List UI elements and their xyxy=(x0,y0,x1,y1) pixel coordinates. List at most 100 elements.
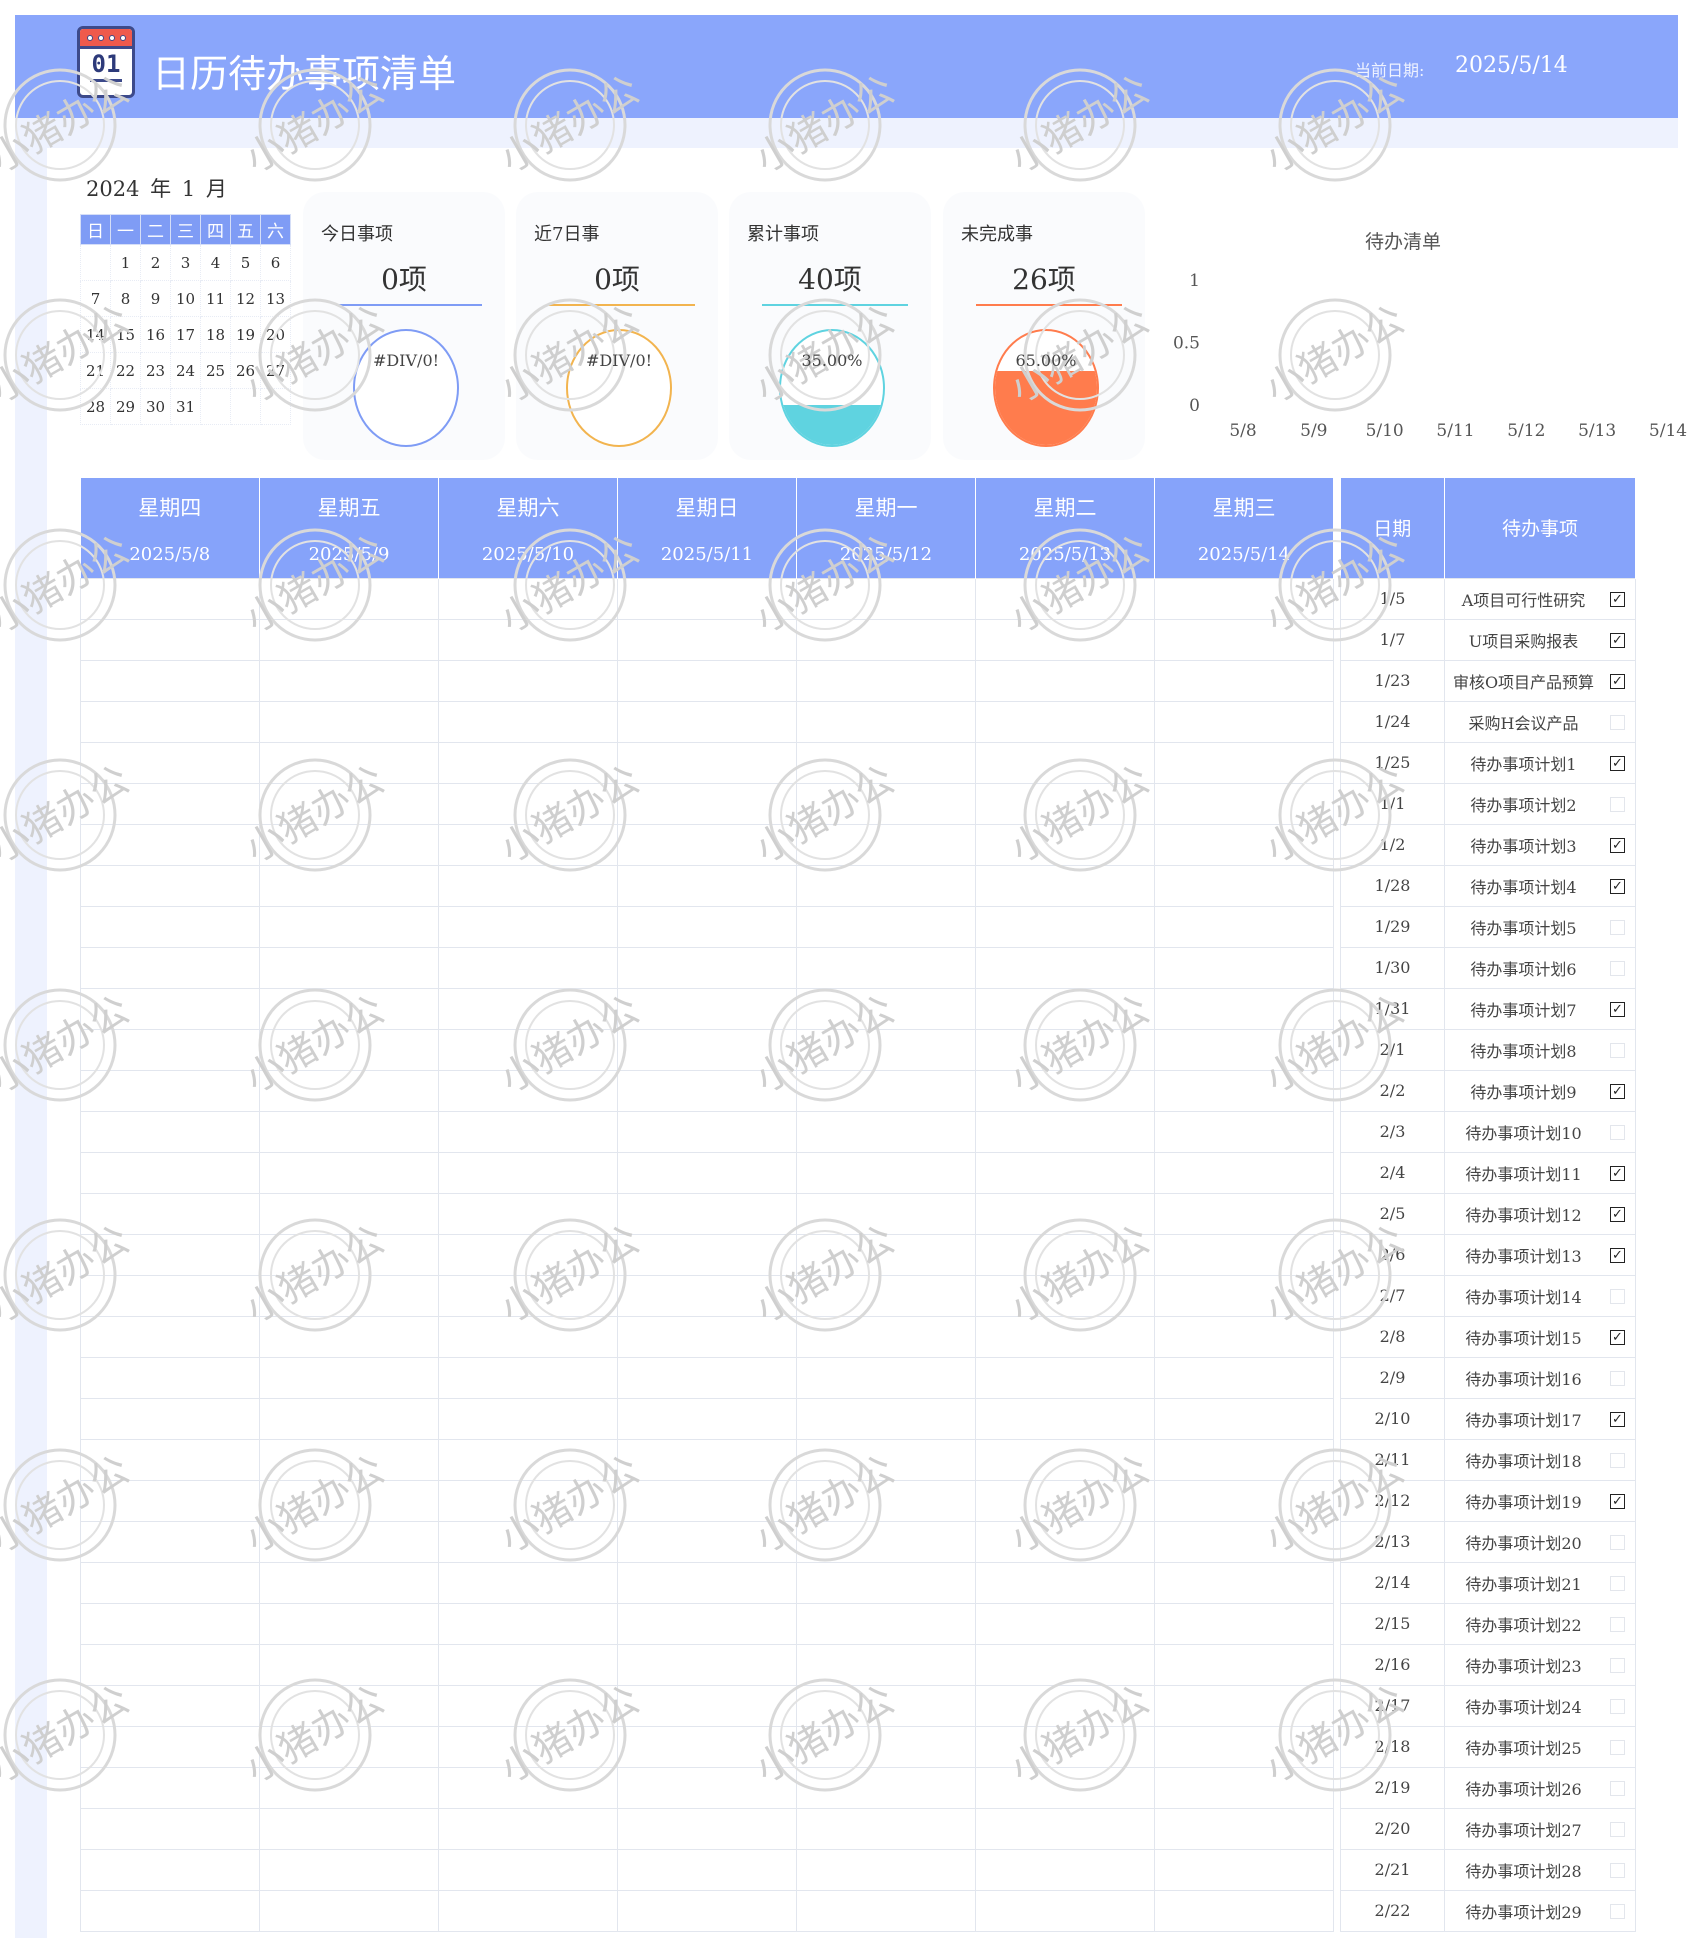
week-cell[interactable] xyxy=(796,1315,976,1358)
week-cell[interactable] xyxy=(80,946,260,989)
week-cell[interactable] xyxy=(617,1028,797,1071)
week-cell[interactable] xyxy=(796,1069,976,1112)
week-cell[interactable] xyxy=(975,1807,1155,1850)
todo-item-text[interactable]: 待办事项计划22 xyxy=(1451,1612,1596,1636)
week-cell[interactable] xyxy=(796,905,976,948)
week-cell[interactable] xyxy=(259,1684,439,1727)
week-cell[interactable] xyxy=(438,1110,618,1153)
week-cell[interactable] xyxy=(975,1397,1155,1440)
week-cell[interactable] xyxy=(259,659,439,702)
week-cell[interactable] xyxy=(1154,659,1334,702)
week-cell[interactable] xyxy=(80,1561,260,1604)
week-cell[interactable] xyxy=(975,659,1155,702)
todo-date[interactable]: 2/10 xyxy=(1340,1397,1445,1440)
week-cell[interactable] xyxy=(80,1356,260,1399)
week-cell[interactable] xyxy=(1154,1725,1334,1768)
todo-date[interactable]: 2/6 xyxy=(1340,1233,1445,1276)
week-cell[interactable] xyxy=(975,905,1155,948)
todo-item-text[interactable]: 待办事项计划24 xyxy=(1451,1694,1596,1718)
week-cell[interactable] xyxy=(975,864,1155,907)
week-cell[interactable] xyxy=(259,577,439,620)
todo-checkbox[interactable] xyxy=(1610,1124,1625,1140)
todo-item-text[interactable]: 待办事项计划3 xyxy=(1451,833,1596,857)
todo-checkbox[interactable]: ✓ xyxy=(1610,1206,1625,1222)
week-cell[interactable] xyxy=(796,987,976,1030)
week-cell[interactable] xyxy=(796,1151,976,1194)
todo-item-text[interactable]: 待办事项计划29 xyxy=(1451,1899,1596,1923)
week-cell[interactable] xyxy=(796,700,976,743)
week-cell[interactable] xyxy=(438,1889,618,1932)
week-cell[interactable] xyxy=(80,1848,260,1891)
week-cell[interactable] xyxy=(438,1807,618,1850)
week-cell[interactable] xyxy=(617,1192,797,1235)
week-cell[interactable] xyxy=(617,1602,797,1645)
week-cell[interactable] xyxy=(438,946,618,989)
todo-checkbox[interactable]: ✓ xyxy=(1610,591,1625,607)
week-cell[interactable] xyxy=(1154,1848,1334,1891)
week-cell[interactable] xyxy=(1154,1438,1334,1481)
todo-item-text[interactable]: A项目可行性研究 xyxy=(1451,587,1596,611)
week-cell[interactable] xyxy=(975,741,1155,784)
todo-item-text[interactable]: 待办事项计划11 xyxy=(1451,1161,1596,1185)
todo-date[interactable]: 2/8 xyxy=(1340,1315,1445,1358)
todo-checkbox[interactable] xyxy=(1610,1534,1625,1550)
todo-checkbox[interactable]: ✓ xyxy=(1610,755,1625,771)
week-cell[interactable] xyxy=(80,1766,260,1809)
week-cell[interactable] xyxy=(617,1438,797,1481)
week-cell[interactable] xyxy=(1154,782,1334,825)
todo-item-text[interactable]: 待办事项计划23 xyxy=(1451,1653,1596,1677)
week-cell[interactable] xyxy=(259,946,439,989)
week-cell[interactable] xyxy=(796,864,976,907)
todo-checkbox[interactable] xyxy=(1610,714,1625,730)
week-cell[interactable] xyxy=(796,1356,976,1399)
week-cell[interactable] xyxy=(617,618,797,661)
week-cell[interactable] xyxy=(1154,1192,1334,1235)
week-cell[interactable] xyxy=(438,618,618,661)
week-cell[interactable] xyxy=(259,1151,439,1194)
week-cell[interactable] xyxy=(259,1397,439,1440)
todo-item-text[interactable]: 待办事项计划9 xyxy=(1451,1079,1596,1103)
todo-item-text[interactable]: 待办事项计划25 xyxy=(1451,1735,1596,1759)
week-cell[interactable] xyxy=(438,1848,618,1891)
week-cell[interactable] xyxy=(796,1643,976,1686)
week-cell[interactable] xyxy=(1154,618,1334,661)
week-cell[interactable] xyxy=(975,1684,1155,1727)
week-cell[interactable] xyxy=(1154,1356,1334,1399)
week-cell[interactable] xyxy=(975,1479,1155,1522)
week-cell[interactable] xyxy=(80,659,260,702)
week-cell[interactable] xyxy=(259,1643,439,1686)
todo-item-text[interactable]: 待办事项计划28 xyxy=(1451,1858,1596,1882)
week-cell[interactable] xyxy=(617,1520,797,1563)
week-cell[interactable] xyxy=(617,659,797,702)
week-cell[interactable] xyxy=(1154,1028,1334,1071)
week-cell[interactable] xyxy=(1154,1602,1334,1645)
week-cell[interactable] xyxy=(796,1766,976,1809)
week-cell[interactable] xyxy=(1154,864,1334,907)
week-cell[interactable] xyxy=(80,1069,260,1112)
week-cell[interactable] xyxy=(796,1602,976,1645)
todo-checkbox[interactable]: ✓ xyxy=(1610,1247,1625,1263)
todo-date[interactable]: 1/25 xyxy=(1340,741,1445,784)
week-cell[interactable] xyxy=(438,1520,618,1563)
todo-checkbox[interactable] xyxy=(1610,1780,1625,1796)
week-cell[interactable] xyxy=(80,1274,260,1317)
week-cell[interactable] xyxy=(1154,1315,1334,1358)
week-cell[interactable] xyxy=(80,741,260,784)
week-cell[interactable] xyxy=(617,1807,797,1850)
todo-date[interactable]: 2/12 xyxy=(1340,1479,1445,1522)
todo-checkbox[interactable] xyxy=(1610,1903,1625,1919)
week-cell[interactable] xyxy=(975,782,1155,825)
week-cell[interactable] xyxy=(259,1028,439,1071)
todo-date[interactable]: 1/29 xyxy=(1340,905,1445,948)
week-cell[interactable] xyxy=(438,1315,618,1358)
todo-checkbox[interactable]: ✓ xyxy=(1610,673,1625,689)
todo-checkbox[interactable]: ✓ xyxy=(1610,1411,1625,1427)
week-cell[interactable] xyxy=(259,1233,439,1276)
week-cell[interactable] xyxy=(796,1274,976,1317)
week-cell[interactable] xyxy=(80,1889,260,1932)
todo-checkbox[interactable] xyxy=(1610,1370,1625,1386)
week-cell[interactable] xyxy=(80,1397,260,1440)
week-cell[interactable] xyxy=(796,659,976,702)
week-cell[interactable] xyxy=(975,1192,1155,1235)
week-cell[interactable] xyxy=(80,1028,260,1071)
